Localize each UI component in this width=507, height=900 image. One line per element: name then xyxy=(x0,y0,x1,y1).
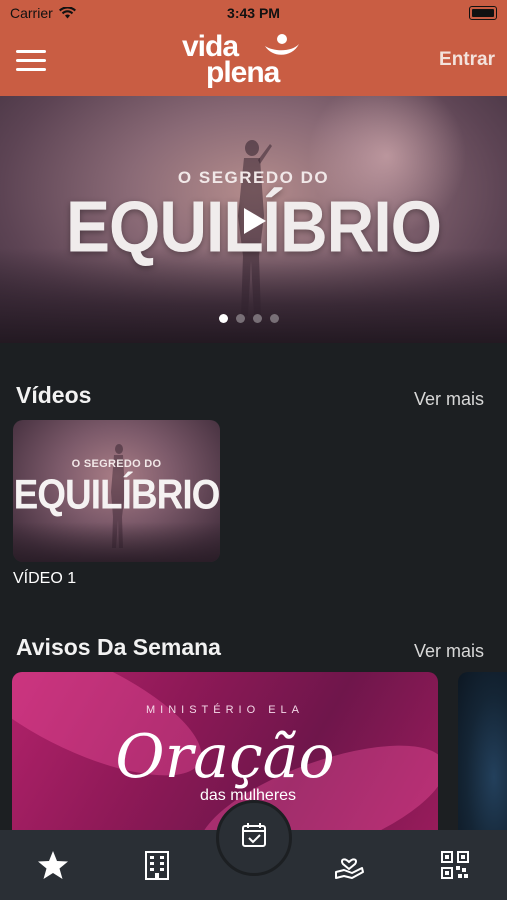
notice-kicker: MINISTÉRIO ELA xyxy=(145,704,305,716)
battery-icon xyxy=(469,6,497,20)
play-icon[interactable] xyxy=(238,206,268,236)
notice-headline: Oração xyxy=(115,722,335,792)
carousel-dot[interactable] xyxy=(270,314,279,323)
carousel-dot[interactable] xyxy=(253,314,262,323)
app-header: vida plena Entrar xyxy=(0,26,507,96)
videos-see-more-link[interactable]: Ver mais xyxy=(414,389,484,410)
carousel-dot[interactable] xyxy=(236,314,245,323)
qr-code-icon[interactable] xyxy=(438,848,472,882)
video-card[interactable]: O SEGREDO DO EQUILÍBRIO xyxy=(13,420,220,562)
hand-heart-icon[interactable] xyxy=(332,848,366,882)
video-thumb-ground xyxy=(13,522,220,562)
notice-card-next[interactable] xyxy=(458,672,507,847)
status-bar: Carrier 3:43 PM xyxy=(0,0,507,26)
video-caption: VÍDEO 1 xyxy=(13,570,77,587)
carousel-dot[interactable] xyxy=(219,314,228,323)
notices-see-more-link[interactable]: Ver mais xyxy=(414,641,484,662)
star-icon[interactable] xyxy=(36,848,70,882)
video-thumb-headline: EQUILÍBRIO xyxy=(13,471,220,518)
carousel-pagination xyxy=(219,314,279,323)
login-button[interactable]: Entrar xyxy=(439,49,495,71)
calendar-tab-button[interactable] xyxy=(216,800,292,876)
hero-banner[interactable]: O SEGREDO DO EQUILÍBRIO xyxy=(0,96,507,343)
logo: vida plena xyxy=(182,30,312,92)
status-time: 3:43 PM xyxy=(227,5,280,21)
notices-section-title: Avisos Da Semana xyxy=(16,634,221,660)
video-thumb-kicker: O SEGREDO DO xyxy=(71,458,162,470)
menu-icon[interactable] xyxy=(16,50,46,72)
logo-figure-icon xyxy=(265,34,299,55)
videos-section-title: Vídeos xyxy=(16,382,92,408)
calendar-check-icon xyxy=(242,823,266,847)
building-icon[interactable] xyxy=(140,848,174,882)
